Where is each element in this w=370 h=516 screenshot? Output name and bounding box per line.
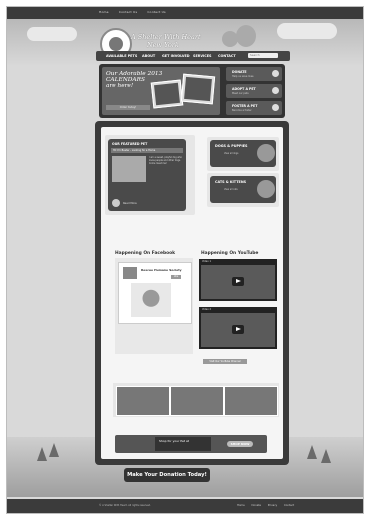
facebook-post-image xyxy=(131,283,171,317)
pet-thumbnail[interactable] xyxy=(116,386,170,416)
heart-icon xyxy=(109,37,123,51)
read-more-icon[interactable] xyxy=(112,199,120,207)
cloud xyxy=(277,23,337,39)
category-dogs[interactable]: DOGS & PUPPIES View all dogs xyxy=(207,137,279,171)
brand-name-line1: A Shelter With Heart xyxy=(131,33,201,41)
nav-available-pets[interactable]: AVAILABLE PETS xyxy=(106,54,137,58)
search-input[interactable]: Search xyxy=(248,53,278,58)
cta-subtitle: Meet our pets xyxy=(232,92,249,95)
adopt-cta[interactable]: ADOPT A PET Meet our pets xyxy=(226,84,282,98)
dog-illustration xyxy=(236,25,256,47)
footer-links: Home Donate Privacy Contact xyxy=(237,504,300,507)
cta-title: DONATE xyxy=(232,70,247,74)
featured-pet-section: OUR FEATURED PET Hi! I'm Buster - Lookin… xyxy=(105,135,195,215)
category-title: DOGS & PUPPIES xyxy=(215,144,248,148)
tree xyxy=(49,443,59,457)
facebook-page-name[interactable]: Rescue Humane Society xyxy=(141,268,182,272)
nav-get-involved[interactable]: GET INVOLVED xyxy=(162,54,190,58)
calendar-photo xyxy=(150,79,184,109)
arrow-icon xyxy=(272,104,279,111)
top-link-contact-2[interactable]: Contact Us xyxy=(147,10,165,14)
footer-link[interactable]: Donate xyxy=(252,504,261,507)
banner-sub[interactable]: Order today! xyxy=(106,105,150,110)
tree xyxy=(321,449,331,463)
dog-photo xyxy=(257,144,275,162)
brand-name: A Shelter With Heart New York xyxy=(131,33,201,49)
top-link-home[interactable]: Home xyxy=(99,10,109,14)
facebook-card: Rescue Humane Society Like xyxy=(118,262,192,324)
pet-thumbnail[interactable] xyxy=(170,386,224,416)
content-area: OUR FEATURED PET Hi! I'm Buster - Lookin… xyxy=(101,127,283,459)
category-subtitle: View all dogs xyxy=(224,152,239,155)
footer: © A Shelter With Heart. All rights reser… xyxy=(7,499,363,513)
cta-title: FOSTER A PET xyxy=(232,104,258,108)
donate-button[interactable]: Make Your Donation Today! xyxy=(124,468,210,482)
main-nav: AVAILABLE PETS ABOUT GET INVOLVED SERVIC… xyxy=(96,51,290,61)
featured-description: I am a sweet, playful dog who loves peop… xyxy=(149,156,182,165)
footer-link[interactable]: Privacy xyxy=(268,504,277,507)
calendar-photo xyxy=(180,73,216,105)
calendar-banner[interactable]: Our Adorable 2013 CALENDARS are here! Or… xyxy=(102,67,220,115)
cta-title: ADOPT A PET xyxy=(232,87,256,91)
donate-cta[interactable]: DONATE Help us save lives xyxy=(226,67,282,81)
youtube-channel-button[interactable]: Visit Our YouTube Channel xyxy=(203,359,247,364)
featured-pet-card: OUR FEATURED PET Hi! I'm Buster - Lookin… xyxy=(108,139,186,211)
cloud xyxy=(27,27,77,41)
shop-now-button[interactable]: SHOP NOW xyxy=(227,441,253,447)
youtube-heading: Happening On YouTube xyxy=(201,251,259,256)
featured-pet-line: Hi! I'm Buster - Looking for a Home xyxy=(111,148,183,153)
read-more-link[interactable]: Read More xyxy=(123,202,137,205)
top-link-contact[interactable]: Contact Us xyxy=(119,10,137,14)
facebook-avatar xyxy=(123,267,137,279)
arrow-icon xyxy=(272,87,279,94)
category-card: CATS & KITTENS View all cats xyxy=(210,176,276,203)
hero: Our Adorable 2013 CALENDARS are here! Or… xyxy=(99,64,285,118)
like-button[interactable]: Like xyxy=(171,275,181,279)
featured-heading: OUR FEATURED PET xyxy=(112,142,148,146)
facebook-heading: Happening On Facebook xyxy=(115,251,176,256)
top-bar: Home Contact Us Contact Us xyxy=(7,7,363,24)
footer-link[interactable]: Home xyxy=(237,504,245,507)
foster-cta[interactable]: FOSTER A PET Become a foster xyxy=(226,101,282,115)
featured-pet-photo[interactable] xyxy=(112,156,146,182)
pet-thumbnail[interactable] xyxy=(224,386,278,416)
brand-name-line2: New York xyxy=(147,41,179,49)
nav-contact[interactable]: CONTACT xyxy=(218,54,236,58)
cta-subtitle: Become a foster xyxy=(232,109,252,112)
copyright: © A Shelter With Heart. All rights reser… xyxy=(99,504,151,507)
photo-strip xyxy=(113,383,279,417)
youtube-video[interactable]: Video 2 xyxy=(199,307,277,349)
facebook-widget: Rescue Humane Society Like xyxy=(115,258,193,354)
category-title: CATS & KITTENS xyxy=(215,180,247,184)
nav-services[interactable]: SERVICES xyxy=(193,54,212,58)
play-icon[interactable] xyxy=(232,325,244,334)
play-icon[interactable] xyxy=(232,277,244,286)
ad-brand-text: Shop for your Pet at xyxy=(159,439,189,443)
youtube-video[interactable]: Video 1 xyxy=(199,259,277,301)
video-title: Video 2 xyxy=(202,308,211,311)
tree xyxy=(307,445,317,459)
sponsor-ad[interactable]: Shop for your Pet at SHOP NOW xyxy=(115,435,267,453)
browser-page: Home Contact Us Contact Us A Shelter Wit… xyxy=(6,6,364,514)
ad-brand-box: Shop for your Pet at xyxy=(155,437,211,451)
category-cats[interactable]: CATS & KITTENS View all cats xyxy=(207,173,279,207)
top-links: Home Contact Us Contact Us xyxy=(99,10,175,14)
cat-photo xyxy=(257,180,275,198)
main-panel: OUR FEATURED PET Hi! I'm Buster - Lookin… xyxy=(95,121,289,465)
category-card: DOGS & PUPPIES View all dogs xyxy=(210,140,276,167)
video-title: Video 1 xyxy=(202,260,211,263)
cta-subtitle: Help us save lives xyxy=(232,75,254,78)
arrow-icon xyxy=(272,70,279,77)
tree xyxy=(37,447,47,461)
category-subtitle: View all cats xyxy=(224,188,238,191)
footer-link[interactable]: Contact xyxy=(284,504,294,507)
nav-about[interactable]: ABOUT xyxy=(142,54,155,58)
